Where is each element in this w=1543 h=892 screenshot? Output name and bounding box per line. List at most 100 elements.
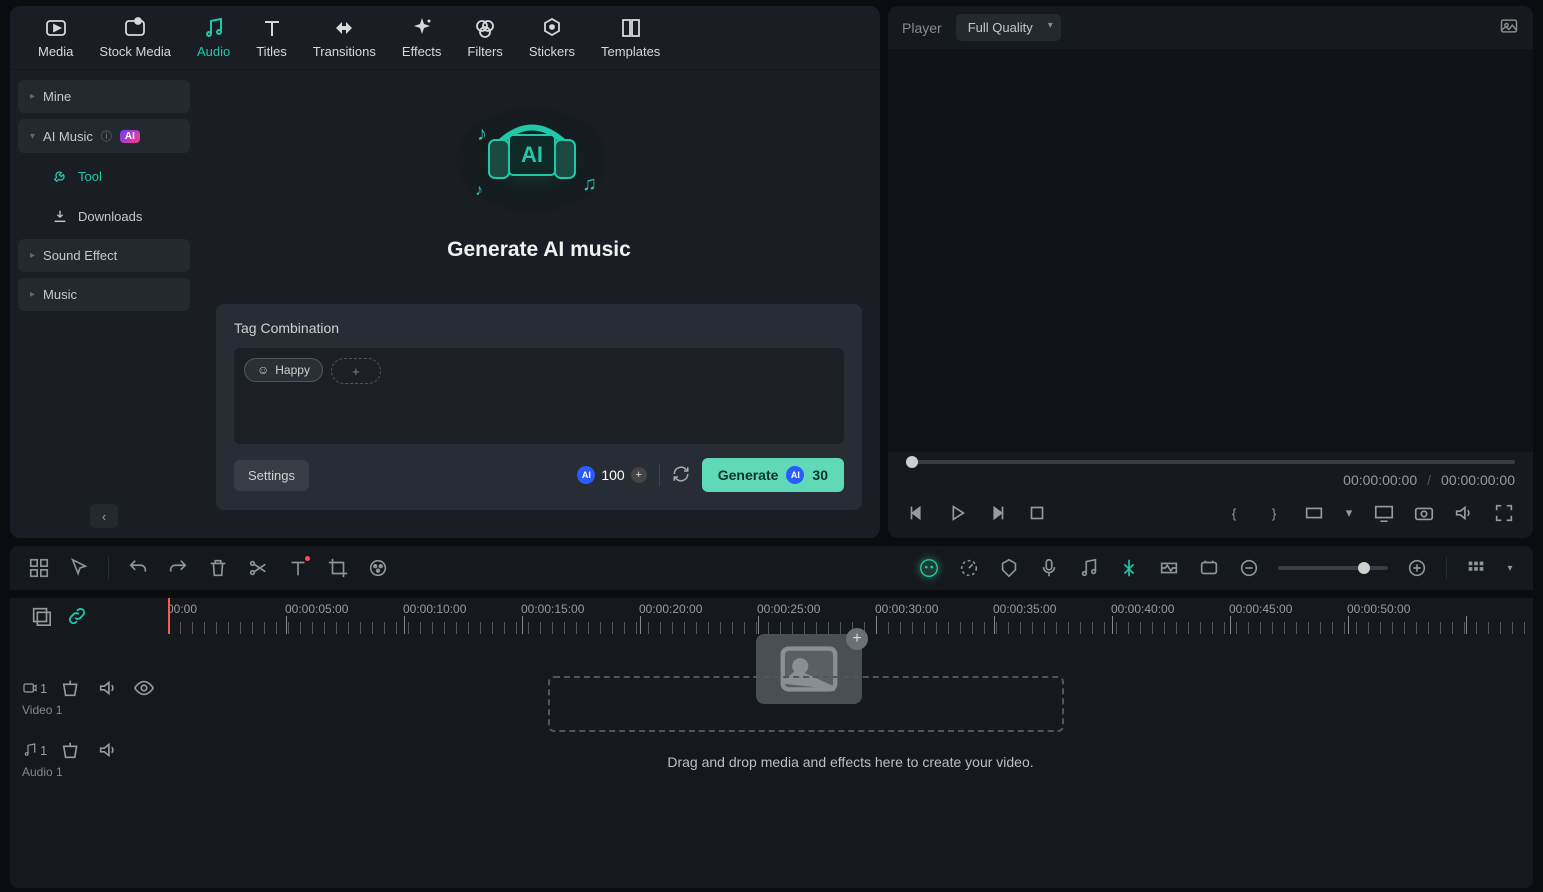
audio-sync-button[interactable]	[1078, 557, 1100, 579]
next-frame-button[interactable]	[986, 502, 1008, 524]
tab-titles[interactable]: Titles	[256, 16, 287, 69]
sidebar-sub-downloads[interactable]: Downloads	[18, 199, 190, 233]
help-icon[interactable]: ⓘ	[101, 128, 112, 144]
mark-in-button[interactable]: {	[1223, 502, 1245, 524]
undo-button[interactable]	[127, 557, 149, 579]
track-view-button[interactable]	[1465, 557, 1487, 579]
render-button[interactable]	[1198, 557, 1220, 579]
pointer-button[interactable]	[68, 557, 90, 579]
aspect-button[interactable]	[1303, 502, 1325, 524]
sidebar-ai-music-label: AI Music	[43, 129, 93, 144]
ruler-tick: 00:00:20:00	[639, 602, 702, 616]
zoom-thumb[interactable]	[1358, 562, 1370, 574]
tab-transitions[interactable]: Transitions	[313, 16, 376, 69]
player-scrubber[interactable]	[888, 452, 1533, 472]
track-visibility-button[interactable]	[133, 677, 155, 699]
tab-audio[interactable]: Audio	[197, 16, 230, 69]
audio-sidebar: ▸Mine ▾AI MusicⓘAI Tool Downloads ▸Sound…	[10, 70, 198, 538]
add-credits-button[interactable]: +	[631, 467, 647, 483]
tab-media-label: Media	[38, 44, 73, 59]
stock-media-icon	[123, 16, 147, 40]
play-button[interactable]	[946, 502, 968, 524]
tab-stock-media[interactable]: Stock Media	[99, 16, 171, 69]
video-track-label: Video 1	[22, 703, 156, 717]
time-total: 00:00:00:00	[1441, 472, 1515, 488]
track-mute-button[interactable]	[97, 677, 119, 699]
player-panel: Player Full Quality 00:00:00:00/00:00:00…	[888, 6, 1533, 538]
divider	[659, 464, 660, 486]
settings-button[interactable]: Settings	[234, 460, 309, 491]
fullscreen-button[interactable]	[1493, 502, 1515, 524]
library-panel: Media Stock Media Audio Titles Transitio…	[10, 6, 880, 538]
mark-out-button[interactable]: }	[1263, 502, 1285, 524]
aspect-dropdown[interactable]: ▾	[1343, 502, 1355, 524]
speed-button[interactable]	[958, 557, 980, 579]
snapshot-button[interactable]	[1499, 16, 1519, 39]
playhead[interactable]	[168, 598, 170, 634]
drop-zone[interactable]	[548, 676, 1064, 732]
marker-button[interactable]	[998, 557, 1020, 579]
display-button[interactable]	[1373, 502, 1395, 524]
prev-frame-button[interactable]	[906, 502, 928, 524]
stickers-icon	[540, 16, 564, 40]
player-viewport[interactable]	[888, 49, 1533, 452]
generate-button[interactable]: GenerateAI30	[702, 458, 844, 492]
split-button[interactable]	[247, 557, 269, 579]
tab-filters[interactable]: Filters	[467, 16, 502, 69]
svg-text:♫: ♫	[582, 173, 597, 195]
ruler-tick: 00:00:35:00	[993, 602, 1056, 616]
camera-button[interactable]	[1413, 502, 1435, 524]
zoom-in-button[interactable]	[1406, 557, 1428, 579]
ai-assist-button[interactable]	[918, 557, 940, 579]
ai-coin-icon: AI	[786, 466, 804, 484]
ruler-tick: 00:00:45:00	[1229, 602, 1292, 616]
sidebar-sub-tool[interactable]: Tool	[18, 159, 190, 193]
keyframe-button[interactable]	[1158, 557, 1180, 579]
tab-stickers[interactable]: Stickers	[529, 16, 575, 69]
tab-templates[interactable]: Templates	[601, 16, 660, 69]
sidebar-item-ai-music[interactable]: ▾AI MusicⓘAI	[18, 119, 190, 153]
link-button[interactable]	[66, 605, 88, 627]
effects-icon	[410, 16, 434, 40]
sidebar-item-mine[interactable]: ▸Mine	[18, 80, 190, 113]
track-lock-button[interactable]	[61, 677, 83, 699]
voiceover-button[interactable]	[1038, 557, 1060, 579]
sidebar-item-music[interactable]: ▸Music	[18, 278, 190, 311]
quality-dropdown[interactable]: Full Quality	[956, 14, 1061, 41]
sidebar-item-sound-effect[interactable]: ▸Sound Effect	[18, 239, 190, 272]
titles-icon	[260, 16, 284, 40]
video-track-index: 1	[40, 681, 47, 696]
color-button[interactable]	[367, 557, 389, 579]
track-lock-button[interactable]	[61, 739, 83, 761]
track-mute-button[interactable]	[97, 739, 119, 761]
ai-music-main: AI ♪ ♫ ♪ Generate AI music Tag Combinati…	[198, 70, 880, 538]
tab-effects-label: Effects	[402, 44, 442, 59]
zoom-out-button[interactable]	[1238, 557, 1260, 579]
text-button[interactable]	[287, 557, 309, 579]
zoom-slider[interactable]	[1278, 566, 1388, 570]
volume-button[interactable]	[1453, 502, 1475, 524]
tab-effects[interactable]: Effects	[402, 16, 442, 69]
delete-button[interactable]	[207, 557, 229, 579]
track-view-dropdown[interactable]: ▾	[1505, 557, 1515, 579]
tab-media[interactable]: Media	[38, 16, 73, 69]
tab-stock-media-label: Stock Media	[99, 44, 171, 59]
crop-button[interactable]	[327, 557, 349, 579]
sidebar-collapse-button[interactable]: ‹	[90, 504, 118, 528]
stop-button[interactable]	[1026, 502, 1048, 524]
scrub-thumb[interactable]	[906, 456, 918, 468]
video-track-icon: 1	[22, 680, 47, 696]
drop-hint-text: Drag and drop media and effects here to …	[168, 754, 1533, 770]
ruler-tick: 00:00:10:00	[403, 602, 466, 616]
timeline-tracks[interactable]: Drag and drop media and effects here to …	[168, 634, 1533, 888]
add-track-button[interactable]	[30, 605, 52, 627]
generate-cost: 30	[812, 467, 828, 483]
auto-cut-button[interactable]	[1118, 557, 1140, 579]
sidebar-tool-label: Tool	[78, 169, 102, 184]
tag-chip-happy[interactable]: ☺Happy	[244, 358, 323, 382]
refresh-button[interactable]	[672, 465, 690, 486]
add-tag-button[interactable]: +	[331, 358, 381, 384]
tag-input-box[interactable]: ☺Happy +	[234, 348, 844, 444]
layout-button[interactable]	[28, 557, 50, 579]
redo-button[interactable]	[167, 557, 189, 579]
